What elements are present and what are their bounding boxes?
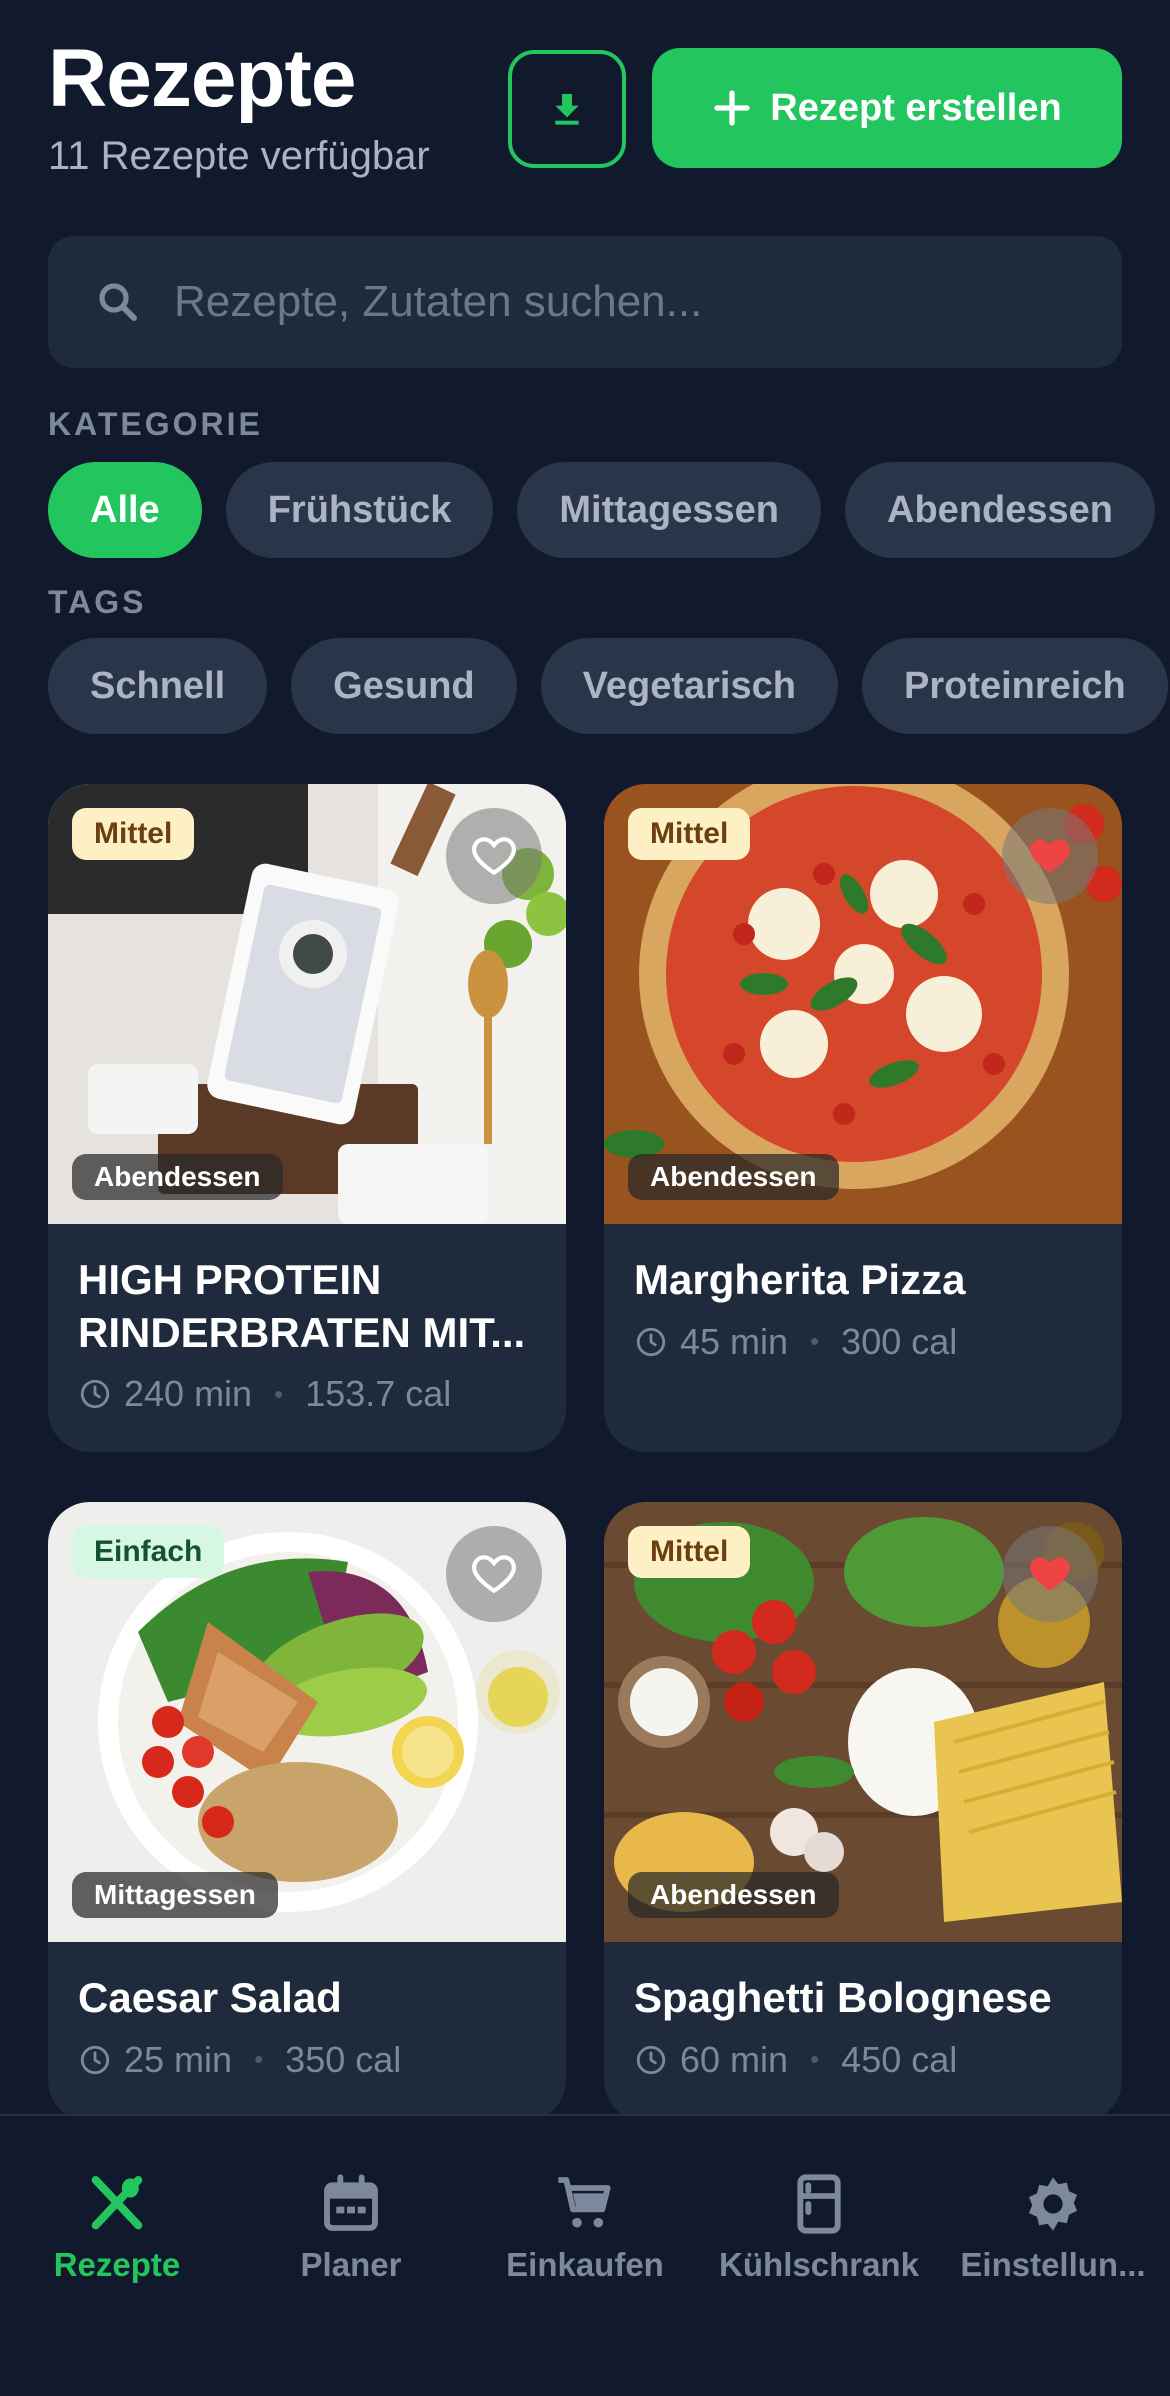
plus-icon: [714, 90, 750, 126]
nav-item-rezepte[interactable]: Rezepte: [0, 2116, 234, 2396]
nav-item-einkaufen[interactable]: Einkaufen: [468, 2116, 702, 2396]
recipe-calories: 300 cal: [841, 1320, 958, 1362]
search-bar[interactable]: [48, 236, 1122, 368]
clock-icon: [80, 1379, 110, 1409]
meta-separator: •: [810, 1326, 820, 1356]
create-recipe-button[interactable]: Rezept erstellen: [652, 48, 1122, 168]
difficulty-badge: Mittel: [628, 1526, 751, 1578]
category-badge: Mittagessen: [72, 1872, 278, 1918]
calendar-icon: [324, 2174, 378, 2231]
category-badge: Abendessen: [72, 1154, 283, 1200]
create-recipe-label: Rezept erstellen: [770, 86, 1062, 129]
cart-icon: [558, 2177, 611, 2228]
recipe-calories: 450 cal: [841, 2038, 958, 2080]
favorite-button[interactable]: [446, 808, 542, 904]
difficulty-badge: Mittel: [72, 808, 195, 860]
utensils-icon: [91, 2176, 143, 2230]
clock-icon: [80, 2045, 110, 2074]
nav-label: Rezepte: [53, 2246, 181, 2283]
nav-label: Einstellun...: [960, 2246, 1146, 2283]
recipe-count: 11 Rezepte verfügbar: [48, 134, 430, 178]
recipe-card[interactable]: Mittel Abendessen HIGH PROTEIN RINDERBRA…: [48, 784, 566, 1452]
recipe-time: 25 min: [124, 2038, 233, 2080]
meta-separator: •: [810, 2044, 820, 2074]
nav-label: Einkaufen: [506, 2246, 664, 2283]
favorite-button[interactable]: [446, 1526, 542, 1622]
download-button[interactable]: [508, 50, 626, 168]
favorite-button[interactable]: [1002, 1526, 1098, 1622]
category-badge: Abendessen: [628, 1872, 839, 1918]
heart-filled-icon: [1030, 839, 1070, 873]
tag-chip-gesund[interactable]: Gesund: [291, 638, 517, 734]
heart-outline-icon: [472, 1555, 516, 1594]
meta-separator: •: [254, 2044, 264, 2074]
recipe-image: Mittel Abendessen: [48, 784, 566, 1224]
recipe-title: HIGH PROTEIN RINDERBRATEN MIT...: [78, 1256, 526, 1356]
meta-separator: •: [274, 1378, 284, 1409]
category-section-label: KATEGORIE: [48, 406, 263, 442]
nav-item-planer[interactable]: Planer: [234, 2116, 468, 2396]
favorite-button[interactable]: [1002, 808, 1098, 904]
recipe-image: Mittel Abendessen: [604, 1502, 1122, 1942]
difficulty-badge: Einfach: [72, 1526, 225, 1578]
fridge-icon: [797, 2174, 841, 2234]
heart-outline-icon: [472, 837, 516, 876]
category-chip-abendessen[interactable]: Abendessen: [845, 462, 1155, 558]
recipe-calories: 350 cal: [285, 2038, 402, 2080]
recipe-calories: 153.7 cal: [305, 1373, 452, 1414]
recipe-time: 60 min: [680, 2038, 789, 2080]
clock-icon: [636, 1327, 666, 1356]
page-title: Rezepte: [48, 33, 356, 124]
clock-icon: [636, 2045, 666, 2074]
recipe-time: 45 min: [680, 1320, 789, 1362]
heart-filled-icon: [1030, 1557, 1070, 1591]
tag-chip-vegetarisch[interactable]: Vegetarisch: [540, 638, 838, 734]
category-chips: Alle Frühstück Mittagessen Abendessen: [48, 462, 1155, 558]
gear-icon: [1029, 2177, 1077, 2231]
recipe-card[interactable]: Mittel Abendessen Spaghetti Bolognese 60…: [604, 1502, 1122, 2122]
search-icon: [99, 283, 137, 321]
tag-chips: Schnell Gesund Vegetarisch Proteinreich: [48, 638, 1168, 734]
difficulty-badge: Mittel: [628, 808, 751, 860]
download-icon: [555, 94, 579, 125]
category-chip-alle[interactable]: Alle: [48, 462, 202, 558]
nav-label: Kühlschrank: [719, 2246, 919, 2283]
nav-item-einstellungen[interactable]: Einstellun...: [936, 2116, 1170, 2396]
category-badge: Abendessen: [628, 1154, 839, 1200]
search-input[interactable]: [172, 276, 1072, 328]
nav-item-kuehlschrank[interactable]: Kühlschrank: [702, 2116, 936, 2396]
recipe-card[interactable]: Einfach Mittagessen Caesar Salad 25 min …: [48, 1502, 566, 2122]
bottom-navigation: Rezepte Planer Einkaufen Kühlschrank Ein…: [0, 2114, 1170, 2396]
recipe-title: Caesar Salad: [78, 1974, 342, 2021]
recipe-card[interactable]: Mittel Abendessen Margherita Pizza 45 mi…: [604, 784, 1122, 1452]
recipe-title: Spaghetti Bolognese: [634, 1974, 1052, 2021]
nav-label: Planer: [300, 2246, 402, 2283]
recipe-time: 240 min: [124, 1373, 253, 1414]
recipe-image: Mittel Abendessen: [604, 784, 1122, 1224]
recipe-image: Einfach Mittagessen: [48, 1502, 566, 1942]
category-chip-fruehstueck[interactable]: Frühstück: [225, 462, 494, 558]
recipe-title: Margherita Pizza: [634, 1256, 966, 1303]
tag-chip-schnell[interactable]: Schnell: [48, 638, 268, 734]
tag-chip-proteinreich[interactable]: Proteinreich: [861, 638, 1168, 734]
category-chip-mittagessen[interactable]: Mittagessen: [517, 462, 822, 558]
tags-section-label: TAGS: [48, 584, 147, 620]
